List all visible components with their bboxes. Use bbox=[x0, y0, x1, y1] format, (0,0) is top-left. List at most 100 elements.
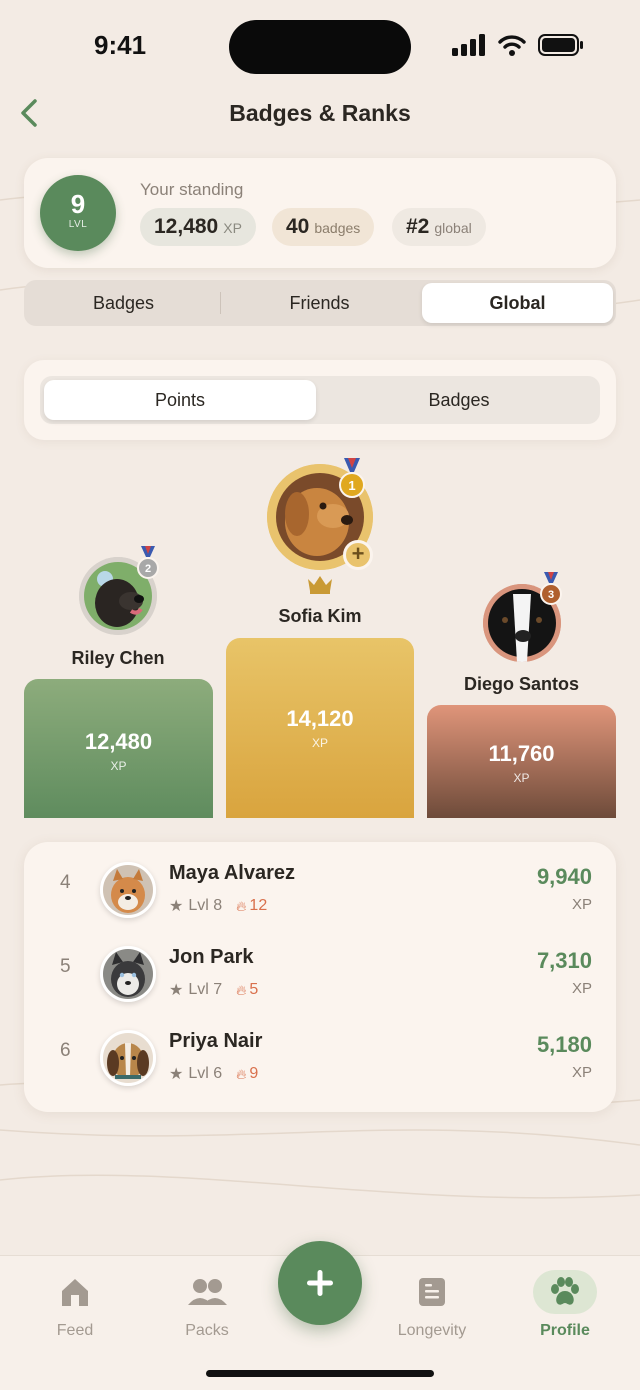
metric-toggle: Points Badges bbox=[40, 376, 600, 424]
xp-pill: 12,480 XP bbox=[140, 208, 256, 246]
row-level: Lvl 6 bbox=[188, 1065, 223, 1082]
avatar bbox=[100, 1030, 156, 1086]
nav-longevity-label: Longevity bbox=[397, 1322, 467, 1339]
row-rank: 6 bbox=[60, 1040, 71, 1061]
nav-profile[interactable]: Profile bbox=[515, 1270, 615, 1340]
badges-value: 40 bbox=[286, 215, 310, 238]
leaderboard-list: 4 Maya Alvarez ★ Lvl 8 🔥︎ 12 9,940 XP 5 bbox=[24, 842, 616, 1112]
nav-profile-label: Profile bbox=[540, 1322, 590, 1339]
add-button[interactable] bbox=[278, 1241, 362, 1325]
row-meta: ★ Lvl 6 🔥︎ 9 bbox=[169, 1064, 258, 1084]
nav-feed-icon-wrap bbox=[43, 1270, 107, 1314]
silver-medal-icon: 2 bbox=[137, 546, 159, 579]
dynamic-island bbox=[229, 20, 411, 74]
paw-icon bbox=[551, 1277, 579, 1305]
standing-label: Your standing bbox=[140, 180, 244, 199]
global-rank-pill: #2 global bbox=[392, 208, 486, 246]
third-place-podium: 11,760 XP bbox=[427, 705, 616, 818]
beagle-photo bbox=[103, 1033, 153, 1083]
nav-packs-icon-wrap bbox=[175, 1270, 239, 1314]
row-streak: 12 bbox=[249, 897, 268, 914]
wifi-icon bbox=[498, 35, 526, 56]
row-streak: 5 bbox=[249, 981, 259, 998]
xp-unit: XP bbox=[223, 220, 242, 236]
standing-card: 9 LVL Your standing 12,480 XP 40 badges … bbox=[24, 158, 616, 268]
flame-icon: 🔥︎ bbox=[236, 981, 247, 998]
crown-icon bbox=[308, 576, 332, 594]
first-place-xp-unit: XP bbox=[311, 736, 328, 750]
first-place-podium: 14,120 XP bbox=[226, 638, 414, 818]
second-place-xp: 12,480 bbox=[84, 729, 153, 754]
tab-points[interactable]: Points bbox=[44, 380, 316, 420]
tab-badges[interactable]: Badges bbox=[27, 283, 220, 323]
bronze-medal-icon: 3 bbox=[540, 572, 562, 605]
home-icon bbox=[62, 1279, 88, 1306]
flame-icon: 🔥︎ bbox=[236, 897, 247, 914]
level-badge: 9 LVL bbox=[40, 175, 116, 251]
tab-badges-metric[interactable]: Badges bbox=[322, 380, 596, 420]
tab-global[interactable]: Global bbox=[422, 283, 613, 323]
second-place-xp-unit: XP bbox=[110, 759, 127, 773]
avatar bbox=[100, 862, 156, 918]
row-xp: 5,180 bbox=[536, 1032, 592, 1057]
row-meta: ★ Lvl 7 🔥︎ 5 bbox=[169, 980, 258, 1000]
level-number: 9 bbox=[70, 189, 86, 219]
row-xp: 9,940 bbox=[536, 864, 592, 889]
people-icon bbox=[188, 1279, 227, 1305]
row-name: Maya Alvarez bbox=[169, 862, 295, 884]
gold-medal-rank: 1 bbox=[348, 478, 355, 493]
nav-longevity-icon-wrap bbox=[400, 1270, 464, 1314]
row-rank: 4 bbox=[60, 872, 71, 893]
third-place-xp-unit: XP bbox=[513, 771, 530, 785]
add-friend-button[interactable]: + bbox=[343, 540, 373, 570]
list-item[interactable]: 5 Jon Park ★ Lvl 7 🔥︎ 5 7,310 XP bbox=[24, 926, 616, 1010]
gold-medal-icon: 1 bbox=[339, 458, 365, 498]
nav-packs[interactable]: Packs bbox=[157, 1270, 257, 1340]
leaderboard-scope-tabs: Badges Friends Global bbox=[24, 280, 616, 326]
shiba-photo bbox=[103, 865, 153, 915]
tab-divider bbox=[220, 292, 221, 314]
status-bar: 9:41 bbox=[0, 0, 640, 95]
xp-value: 12,480 bbox=[154, 215, 219, 238]
nav-feed-label: Feed bbox=[56, 1322, 94, 1339]
second-place-podium: 12,480 XP bbox=[24, 679, 213, 818]
nav-profile-icon-wrap bbox=[533, 1270, 597, 1314]
row-xp-unit: XP bbox=[571, 896, 592, 913]
avatar bbox=[100, 946, 156, 1002]
badges-pill: 40 badges bbox=[272, 208, 375, 246]
row-streak: 9 bbox=[249, 1065, 259, 1082]
row-level: Lvl 8 bbox=[188, 897, 223, 914]
plus-icon bbox=[307, 1270, 333, 1296]
star-icon: ★ bbox=[169, 1066, 184, 1083]
list-item[interactable]: 4 Maya Alvarez ★ Lvl 8 🔥︎ 12 9,940 XP bbox=[24, 842, 616, 926]
status-time: 9:41 bbox=[94, 30, 147, 60]
third-place-name: Diego Santos bbox=[463, 674, 579, 694]
second-place-name: Riley Chen bbox=[71, 648, 165, 668]
rank-value: #2 bbox=[406, 215, 430, 238]
signal-icon bbox=[452, 34, 485, 56]
metric-toggle-card: Points Badges bbox=[24, 360, 616, 440]
row-level: Lvl 7 bbox=[188, 981, 223, 998]
row-xp: 7,310 bbox=[536, 948, 592, 973]
battery-icon bbox=[538, 34, 583, 56]
row-meta: ★ Lvl 8 🔥︎ 12 bbox=[169, 896, 267, 916]
row-rank: 5 bbox=[60, 956, 71, 977]
tab-friends[interactable]: Friends bbox=[223, 283, 416, 323]
nav-longevity[interactable]: Longevity bbox=[382, 1270, 482, 1340]
first-place-name: Sofia Kim bbox=[278, 606, 362, 626]
nav-feed[interactable]: Feed bbox=[25, 1270, 125, 1340]
clipboard-icon bbox=[419, 1278, 445, 1306]
level-label: LVL bbox=[68, 219, 88, 230]
nav-packs-label: Packs bbox=[185, 1322, 229, 1339]
silver-medal-rank: 2 bbox=[145, 563, 151, 575]
third-place-xp: 11,760 bbox=[488, 741, 555, 766]
status-icons bbox=[452, 34, 584, 56]
row-xp-unit: XP bbox=[571, 980, 592, 997]
first-place-xp: 14,120 bbox=[286, 706, 354, 731]
row-name: Jon Park bbox=[169, 946, 254, 968]
rank-unit: global bbox=[434, 220, 472, 236]
bronze-medal-rank: 3 bbox=[548, 589, 554, 601]
star-icon: ★ bbox=[169, 898, 184, 915]
list-item[interactable]: 6 Priya Nair ★ Lvl 6 🔥︎ 9 5,180 XP bbox=[24, 1010, 616, 1094]
row-xp-unit: XP bbox=[571, 1064, 592, 1081]
